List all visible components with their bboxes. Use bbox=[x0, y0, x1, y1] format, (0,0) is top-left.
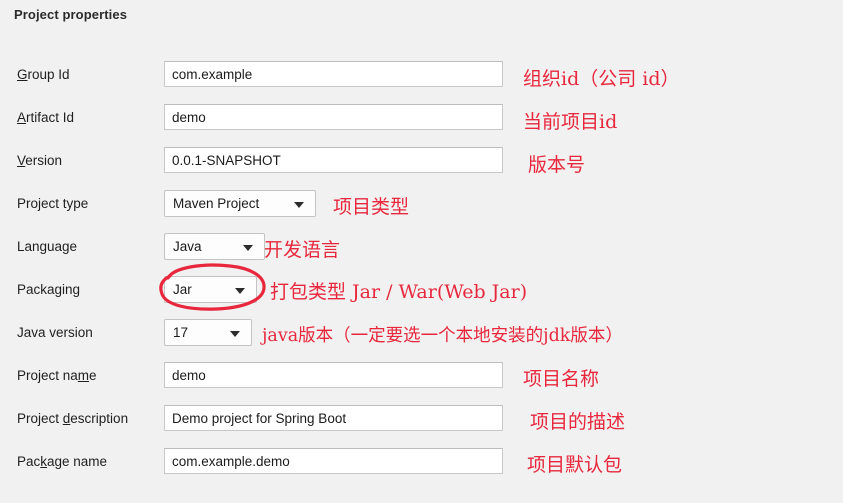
label-text-project-description: Project bbox=[17, 411, 63, 426]
label-group-id: Group Id bbox=[17, 58, 70, 92]
form-row-project-type: Project type Maven Project 项目类型 bbox=[0, 187, 843, 221]
label-mnemonic-project-name: m bbox=[77, 368, 90, 383]
form-row-project-name: Project name 项目名称 bbox=[0, 359, 843, 393]
chevron-down-icon bbox=[243, 244, 253, 251]
chevron-down-icon bbox=[230, 330, 240, 337]
page-title: Project properties bbox=[14, 7, 128, 22]
label-project-type: Project type bbox=[17, 196, 89, 211]
project-type-value: Maven Project bbox=[173, 196, 260, 211]
group-id-input[interactable] bbox=[164, 61, 503, 87]
packaging-value: Jar bbox=[173, 282, 192, 297]
java-version-value: 17 bbox=[173, 325, 189, 340]
label-text-artifact-id: rtifact Id bbox=[26, 110, 75, 125]
chevron-down-icon bbox=[294, 201, 304, 208]
annotation-java-version: java版本（一定要选一个本地安装的jdk版本） bbox=[262, 326, 623, 346]
annotation-language: 开发语言 bbox=[264, 239, 341, 261]
label-project-name: Project name bbox=[17, 359, 97, 393]
label-text-package-name: Pac bbox=[17, 454, 41, 469]
form-row-language: Language Java 开发语言 bbox=[0, 230, 843, 264]
form-row-version: Version 版本号 bbox=[0, 144, 843, 178]
form-row-packaging: Packaging Jar 打包类型 Jar / War(Web Jar) bbox=[0, 273, 843, 307]
label-version: Version bbox=[17, 144, 62, 178]
form-row-project-description: Project description 项目的描述 bbox=[0, 402, 843, 436]
label-java-version: Java version bbox=[17, 325, 93, 340]
project-name-input[interactable] bbox=[164, 362, 503, 388]
annotation-package-name: 项目默认包 bbox=[527, 454, 623, 476]
form-row-group-id: Group Id 组织id（公司 id） bbox=[0, 58, 843, 92]
annotation-project-description: 项目的描述 bbox=[530, 411, 626, 433]
label-packaging: Packaging bbox=[17, 282, 81, 297]
annotation-project-name: 项目名称 bbox=[523, 368, 600, 390]
annotation-packaging: 打包类型 Jar / War(Web Jar) bbox=[270, 281, 528, 303]
language-value: Java bbox=[173, 239, 202, 254]
label-text-project-name: Project na bbox=[17, 368, 78, 383]
project-properties-panel: Project properties Group Id 组织id（公司 id） … bbox=[0, 0, 843, 503]
label-mnemonic-group-id: G bbox=[17, 67, 28, 82]
label-mnemonic-artifact-id: A bbox=[17, 110, 27, 125]
label-text-package-name-tail: age name bbox=[47, 454, 108, 469]
label-text-group-id: roup Id bbox=[27, 67, 70, 82]
artifact-id-input[interactable] bbox=[164, 104, 503, 130]
annotation-group-id: 组织id（公司 id） bbox=[523, 68, 680, 90]
label-project-description: Project description bbox=[17, 402, 128, 436]
annotation-artifact-id: 当前项目id bbox=[523, 111, 618, 133]
chevron-down-icon bbox=[235, 287, 245, 294]
packaging-combo[interactable]: Jar bbox=[164, 276, 257, 303]
version-input[interactable] bbox=[164, 147, 503, 173]
form-row-artifact-id: Artifact Id 当前项目id bbox=[0, 101, 843, 135]
label-package-name: Package name bbox=[17, 445, 107, 479]
project-type-combo[interactable]: Maven Project bbox=[164, 190, 316, 217]
project-description-input[interactable] bbox=[164, 405, 503, 431]
label-artifact-id: Artifact Id bbox=[17, 101, 74, 135]
label-text-project-description-tail: escription bbox=[70, 411, 129, 426]
label-text-version: ersion bbox=[25, 153, 63, 168]
language-combo[interactable]: Java bbox=[164, 233, 265, 260]
annotation-project-type: 项目类型 bbox=[333, 196, 410, 218]
label-language: Language bbox=[17, 239, 78, 254]
package-name-input[interactable] bbox=[164, 448, 503, 474]
label-mnemonic-package-name: k bbox=[40, 454, 48, 469]
label-text-project-name-tail: e bbox=[89, 368, 97, 383]
form-row-java-version: Java version 17 java版本（一定要选一个本地安装的jdk版本） bbox=[0, 316, 843, 350]
java-version-combo[interactable]: 17 bbox=[164, 319, 252, 346]
form-row-package-name: Package name 项目默认包 bbox=[0, 445, 843, 479]
annotation-version: 版本号 bbox=[528, 154, 586, 176]
